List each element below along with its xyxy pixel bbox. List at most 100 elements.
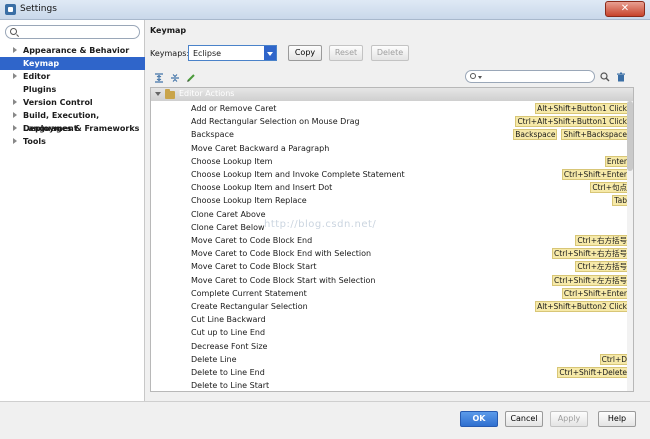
action-name: Clone Caret Above — [191, 209, 266, 219]
find-by-shortcut-icon[interactable] — [600, 72, 610, 82]
keymap-select[interactable]: Eclipse — [188, 45, 277, 61]
shortcut-list: Enter — [604, 155, 629, 167]
action-row[interactable]: Complete Current Statement Ctrl+Shift+Ent… — [151, 287, 629, 300]
sidebar-item-appearance-behavior[interactable]: Appearance & Behavior — [0, 44, 145, 57]
scrollbar-thumb[interactable] — [627, 101, 633, 171]
action-group-label: Editor Actions — [179, 89, 235, 98]
ok-button[interactable]: OK — [460, 411, 498, 427]
chevron-right-icon[interactable] — [13, 112, 17, 118]
settings-tree: Appearance & Behavior Keymap Editor Plugins… — [0, 44, 145, 148]
sidebar-item-build-execution-deployment[interactable]: Build, Execution, Deployment — [0, 109, 145, 133]
action-name: Move Caret to Code Block End with Select… — [191, 249, 372, 259]
sidebar-item-tools[interactable]: Tools — [0, 135, 145, 148]
settings-sidebar: Appearance & Behavior Keymap Editor Plugins… — [0, 20, 145, 401]
action-row[interactable]: Move Caret to Code Block Start with Sele… — [151, 274, 629, 287]
action-row[interactable]: Delete to Line End Ctrl+Shift+Delete — [151, 366, 629, 379]
action-row[interactable]: Choose Lookup Item Enter — [151, 155, 629, 168]
sidebar-item-plugins[interactable]: Plugins — [0, 83, 145, 96]
shortcut-list: Ctrl+D — [599, 353, 629, 365]
title-bar: Settings ✕ — [0, 0, 650, 20]
trash-icon[interactable] — [616, 72, 626, 82]
shortcut-badge: Ctrl+Shift+Enter — [561, 169, 629, 180]
search-icon — [10, 28, 17, 35]
chevron-down-icon[interactable] — [478, 76, 482, 79]
action-name: Move Caret to Code Block Start — [191, 262, 317, 272]
action-group-header[interactable]: Editor Actions — [151, 88, 633, 101]
copy-button[interactable]: Copy — [288, 45, 322, 61]
action-row[interactable]: Move Caret Backward a Paragraph — [151, 142, 629, 155]
sidebar-item-version-control[interactable]: Version Control — [0, 96, 145, 109]
shortcut-badge: Enter — [604, 155, 629, 167]
close-button[interactable]: ✕ — [605, 1, 645, 17]
shortcut-badge: Alt+Shift+Button1 Click — [535, 103, 629, 114]
chevron-down-icon[interactable] — [155, 92, 161, 96]
action-row[interactable]: Create Rectangular Selection Alt+Shift+Bu… — [151, 300, 629, 313]
delete-button[interactable]: Delete — [371, 45, 409, 61]
action-name: Cut Line Backward — [191, 315, 266, 325]
shortcut-badge: Ctrl+左方括号 — [575, 261, 629, 273]
shortcut-badge: Shift+Backspace — [561, 129, 629, 141]
shortcut-badge: Ctrl+D — [599, 353, 629, 365]
action-row[interactable]: Move Caret to Code Block End Ctrl+右方括号 — [151, 234, 629, 247]
action-name: Move Caret Backward a Paragraph — [191, 143, 330, 153]
shortcut-list: Ctrl+Shift+右方括号 — [552, 248, 629, 260]
sidebar-item-label: Version Control — [23, 98, 93, 107]
help-button[interactable]: Help — [598, 411, 636, 427]
collapse-all-icon[interactable] — [170, 73, 180, 83]
shortcut-list: Ctrl+左方括号 — [575, 261, 629, 273]
shortcut-list: Alt+Shift+Button2 Click — [535, 301, 629, 312]
action-row[interactable]: Clone Caret Below — [151, 221, 629, 234]
expand-all-icon[interactable] — [154, 73, 164, 83]
keymap-select-value: Eclipse — [193, 49, 222, 58]
action-row[interactable]: Decrease Font Size — [151, 340, 629, 353]
sidebar-item-languages-frameworks[interactable]: Languages & Frameworks — [0, 122, 145, 135]
action-row[interactable]: Move Caret to Code Block Start Ctrl+左方括号 — [151, 260, 629, 273]
sidebar-item-label: Tools — [23, 137, 46, 146]
action-row[interactable]: Clone Caret Above — [151, 208, 629, 221]
action-name: Choose Lookup Item and Insert Dot — [191, 183, 333, 193]
action-row[interactable]: Choose Lookup Item and Insert Dot Ctrl+句点 — [151, 181, 629, 194]
reset-button[interactable]: Reset — [329, 45, 363, 61]
chevron-right-icon[interactable] — [13, 138, 17, 144]
chevron-right-icon[interactable] — [13, 99, 17, 105]
action-name: Decrease Font Size — [191, 341, 268, 351]
action-row[interactable]: Choose Lookup Item Replace Tab — [151, 194, 629, 207]
action-row[interactable]: Backspace Backspace Shift+Backspace — [151, 128, 629, 141]
action-name: Move Caret to Code Block Start with Sele… — [191, 275, 376, 285]
chevron-right-icon[interactable] — [13, 125, 17, 131]
shortcut-badge: Ctrl+Shift+Enter — [561, 287, 629, 299]
keymap-panel: Keymap Keymaps: Eclipse Copy Reset Delet… — [146, 20, 650, 401]
action-row[interactable]: Delete Line Ctrl+D — [151, 353, 629, 366]
edit-shortcut-icon[interactable] — [186, 73, 196, 83]
action-row[interactable]: Add Rectangular Selection on Mouse Drag C… — [151, 115, 629, 128]
chevron-right-icon[interactable] — [13, 73, 17, 79]
action-row[interactable]: Move Caret to Code Block End with Select… — [151, 247, 629, 260]
action-row[interactable]: Cut Line Backward — [151, 313, 629, 326]
search-icon — [470, 73, 476, 79]
chevron-right-icon[interactable] — [13, 47, 17, 53]
cancel-button[interactable]: Cancel — [505, 411, 543, 427]
chevron-down-icon[interactable] — [264, 46, 276, 60]
action-filter-input[interactable] — [465, 70, 595, 83]
sidebar-item-label: Appearance & Behavior — [23, 46, 130, 55]
action-row[interactable]: Add or Remove Caret Alt+Shift+Button1 Cli… — [151, 102, 629, 115]
shortcut-badge: Ctrl+句点 — [590, 182, 629, 194]
settings-search[interactable] — [5, 25, 140, 39]
action-row[interactable]: Choose Lookup Item and Invoke Complete S… — [151, 168, 629, 181]
settings-search-input[interactable] — [20, 27, 136, 37]
sidebar-item-editor[interactable]: Editor — [0, 70, 145, 83]
apply-button[interactable]: Apply — [550, 411, 588, 427]
action-name: Delete to Line End — [191, 368, 265, 377]
action-row[interactable]: Delete to Line Start — [151, 379, 629, 391]
action-name: Add or Remove Caret — [191, 104, 277, 113]
action-name: Complete Current Statement — [191, 288, 307, 298]
sidebar-item-keymap[interactable]: Keymap — [0, 57, 145, 70]
action-row[interactable]: Cut up to Line End — [151, 326, 629, 339]
action-name: Clone Caret Below — [191, 222, 265, 232]
shortcut-list: Ctrl+句点 — [590, 182, 629, 194]
sidebar-item-label: Keymap — [23, 59, 60, 68]
shortcut-list: Ctrl+右方括号 — [575, 235, 629, 246]
sidebar-item-label: Plugins — [23, 85, 57, 94]
action-name: Delete Line — [191, 354, 237, 364]
shortcut-badge: Ctrl+Shift+Delete — [557, 367, 629, 378]
